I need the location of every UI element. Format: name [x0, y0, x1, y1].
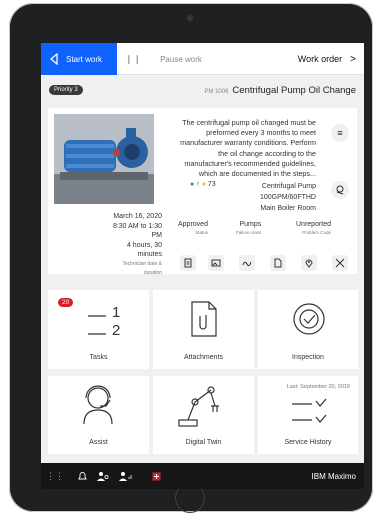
status-caption: Failure class	[236, 230, 262, 235]
assist-headset-icon	[83, 385, 113, 425]
digital-twin-label: Digital Twin	[185, 439, 222, 446]
status-caption: Status	[195, 230, 208, 235]
pump-image	[54, 114, 154, 204]
pump-illustration	[54, 114, 154, 204]
alert-icon[interactable]	[149, 463, 163, 489]
inspection-tile[interactable]: Inspection	[258, 290, 358, 369]
title-row: Priority 3 PM 1006 Centrifugal Pump Oil C…	[41, 75, 364, 105]
task-number-2: 2	[112, 322, 121, 339]
location-icon[interactable]	[301, 255, 317, 271]
priority-badge: Priority 3	[49, 85, 83, 95]
status-caption: Problem Code	[302, 230, 332, 235]
pause-work-label: Pause work	[160, 54, 202, 64]
tools-icon[interactable]	[332, 255, 348, 271]
action-toolbar	[208, 255, 348, 271]
workorder-title: PM 1006 Centrifugal Pump Oil Change	[204, 85, 356, 96]
brand-name: IBM Maximo	[311, 471, 356, 481]
service-history-label: Service History	[284, 439, 332, 446]
user-settings-icon[interactable]	[95, 463, 111, 489]
tasks-count-badge: 20	[58, 298, 74, 307]
bottom-bar: ⋮⋮ IBM Maximo	[41, 463, 364, 489]
start-work-label: Start work	[66, 54, 103, 64]
top-bar: Start work ❙❙ Pause work Work order >	[41, 43, 364, 75]
history-checklist-icon	[292, 398, 327, 423]
assist-label: Assist	[89, 439, 108, 446]
workorder-description: The centrifugal pump oil changed must be…	[180, 118, 316, 179]
status-value: Pumps	[239, 221, 262, 228]
pause-icon: ❙❙	[125, 53, 143, 64]
bell-icon[interactable]	[75, 463, 89, 489]
play-icon	[49, 53, 58, 65]
schedule-duration: 4 hours, 30 minutes	[126, 241, 162, 259]
assist-tile[interactable]: Assist	[48, 376, 149, 454]
tablet-frame: Start work ❙❙ Pause work Work order > Pr…	[9, 3, 373, 513]
schedule-caption: Technician date & duration	[122, 260, 162, 277]
schedule-info: March 16, 2020 8:30 AM to 1:30 PM 4 hour…	[110, 212, 162, 279]
service-history-tile[interactable]: Last: September 20, 2019 Service History	[258, 376, 358, 454]
user-signal-icon[interactable]	[117, 463, 135, 489]
schedule-date: March 16, 2020	[113, 213, 162, 220]
document-icon[interactable]	[270, 255, 286, 271]
location-name[interactable]: Main Boiler Room	[208, 203, 316, 214]
page-title: Work order	[297, 54, 343, 64]
workorder-title-text: Centrifugal Pump Oil Change	[232, 84, 356, 96]
digital-twin-tile[interactable]: Digital Twin	[153, 376, 254, 454]
location-pin-icon[interactable]	[331, 181, 349, 199]
status-value: Approved	[178, 221, 208, 228]
status-failure-class: Pumps Failure class	[236, 221, 261, 235]
status-value: Unreported	[296, 221, 332, 228]
asset-info: Centrifugal Pump 100GPM/60FTHD Main Boil…	[208, 181, 316, 214]
start-work-button[interactable]: Start work	[41, 43, 117, 75]
tasks-label: Tasks	[89, 354, 108, 361]
asset-name[interactable]: Centrifugal Pump 100GPM/60FTHD	[208, 181, 316, 203]
inspection-icon	[293, 303, 325, 335]
list-icon[interactable]: ≡	[331, 124, 349, 142]
page-header: Work order >	[298, 43, 356, 75]
yellow-dot-icon: ●	[201, 181, 206, 188]
tasks-tile[interactable]: 20 1 2 Tasks	[48, 290, 149, 369]
tasks-list-icon	[88, 315, 106, 335]
camera-dot	[187, 15, 193, 21]
green-dot-icon: ●	[190, 181, 195, 188]
attachments-tile[interactable]: Attachments	[153, 290, 254, 369]
robot-arm-icon	[178, 386, 219, 427]
status-approved: Approved Status	[178, 221, 208, 235]
image-icon[interactable]	[208, 255, 224, 271]
attachments-label: Attachments	[184, 354, 223, 361]
chevron-right-icon[interactable]: >	[350, 54, 356, 65]
pm-number: PM 1006	[204, 88, 229, 95]
service-history-date: Last: September 20, 2019	[286, 384, 350, 390]
schedule-time: 8:30 AM to 1:30 PM	[112, 222, 162, 240]
arrow-up-icon: ↑	[196, 181, 200, 188]
attachment-icon	[191, 301, 217, 337]
task-number-1: 1	[112, 304, 121, 321]
workorder-detail-card: The centrifugal pump oil changed must be…	[48, 108, 357, 276]
inspection-label: Inspection	[292, 354, 324, 361]
signature-icon[interactable]	[239, 255, 255, 271]
clipboard-icon[interactable]	[180, 255, 196, 271]
app-screen: Start work ❙❙ Pause work Work order > Pr…	[41, 43, 364, 489]
action-group-left	[180, 255, 204, 271]
grid-menu-icon[interactable]: ⋮⋮	[46, 463, 64, 489]
pause-work-button[interactable]: ❙❙ Pause work	[125, 43, 202, 75]
status-problem-code: Unreported Problem Code	[296, 221, 331, 235]
